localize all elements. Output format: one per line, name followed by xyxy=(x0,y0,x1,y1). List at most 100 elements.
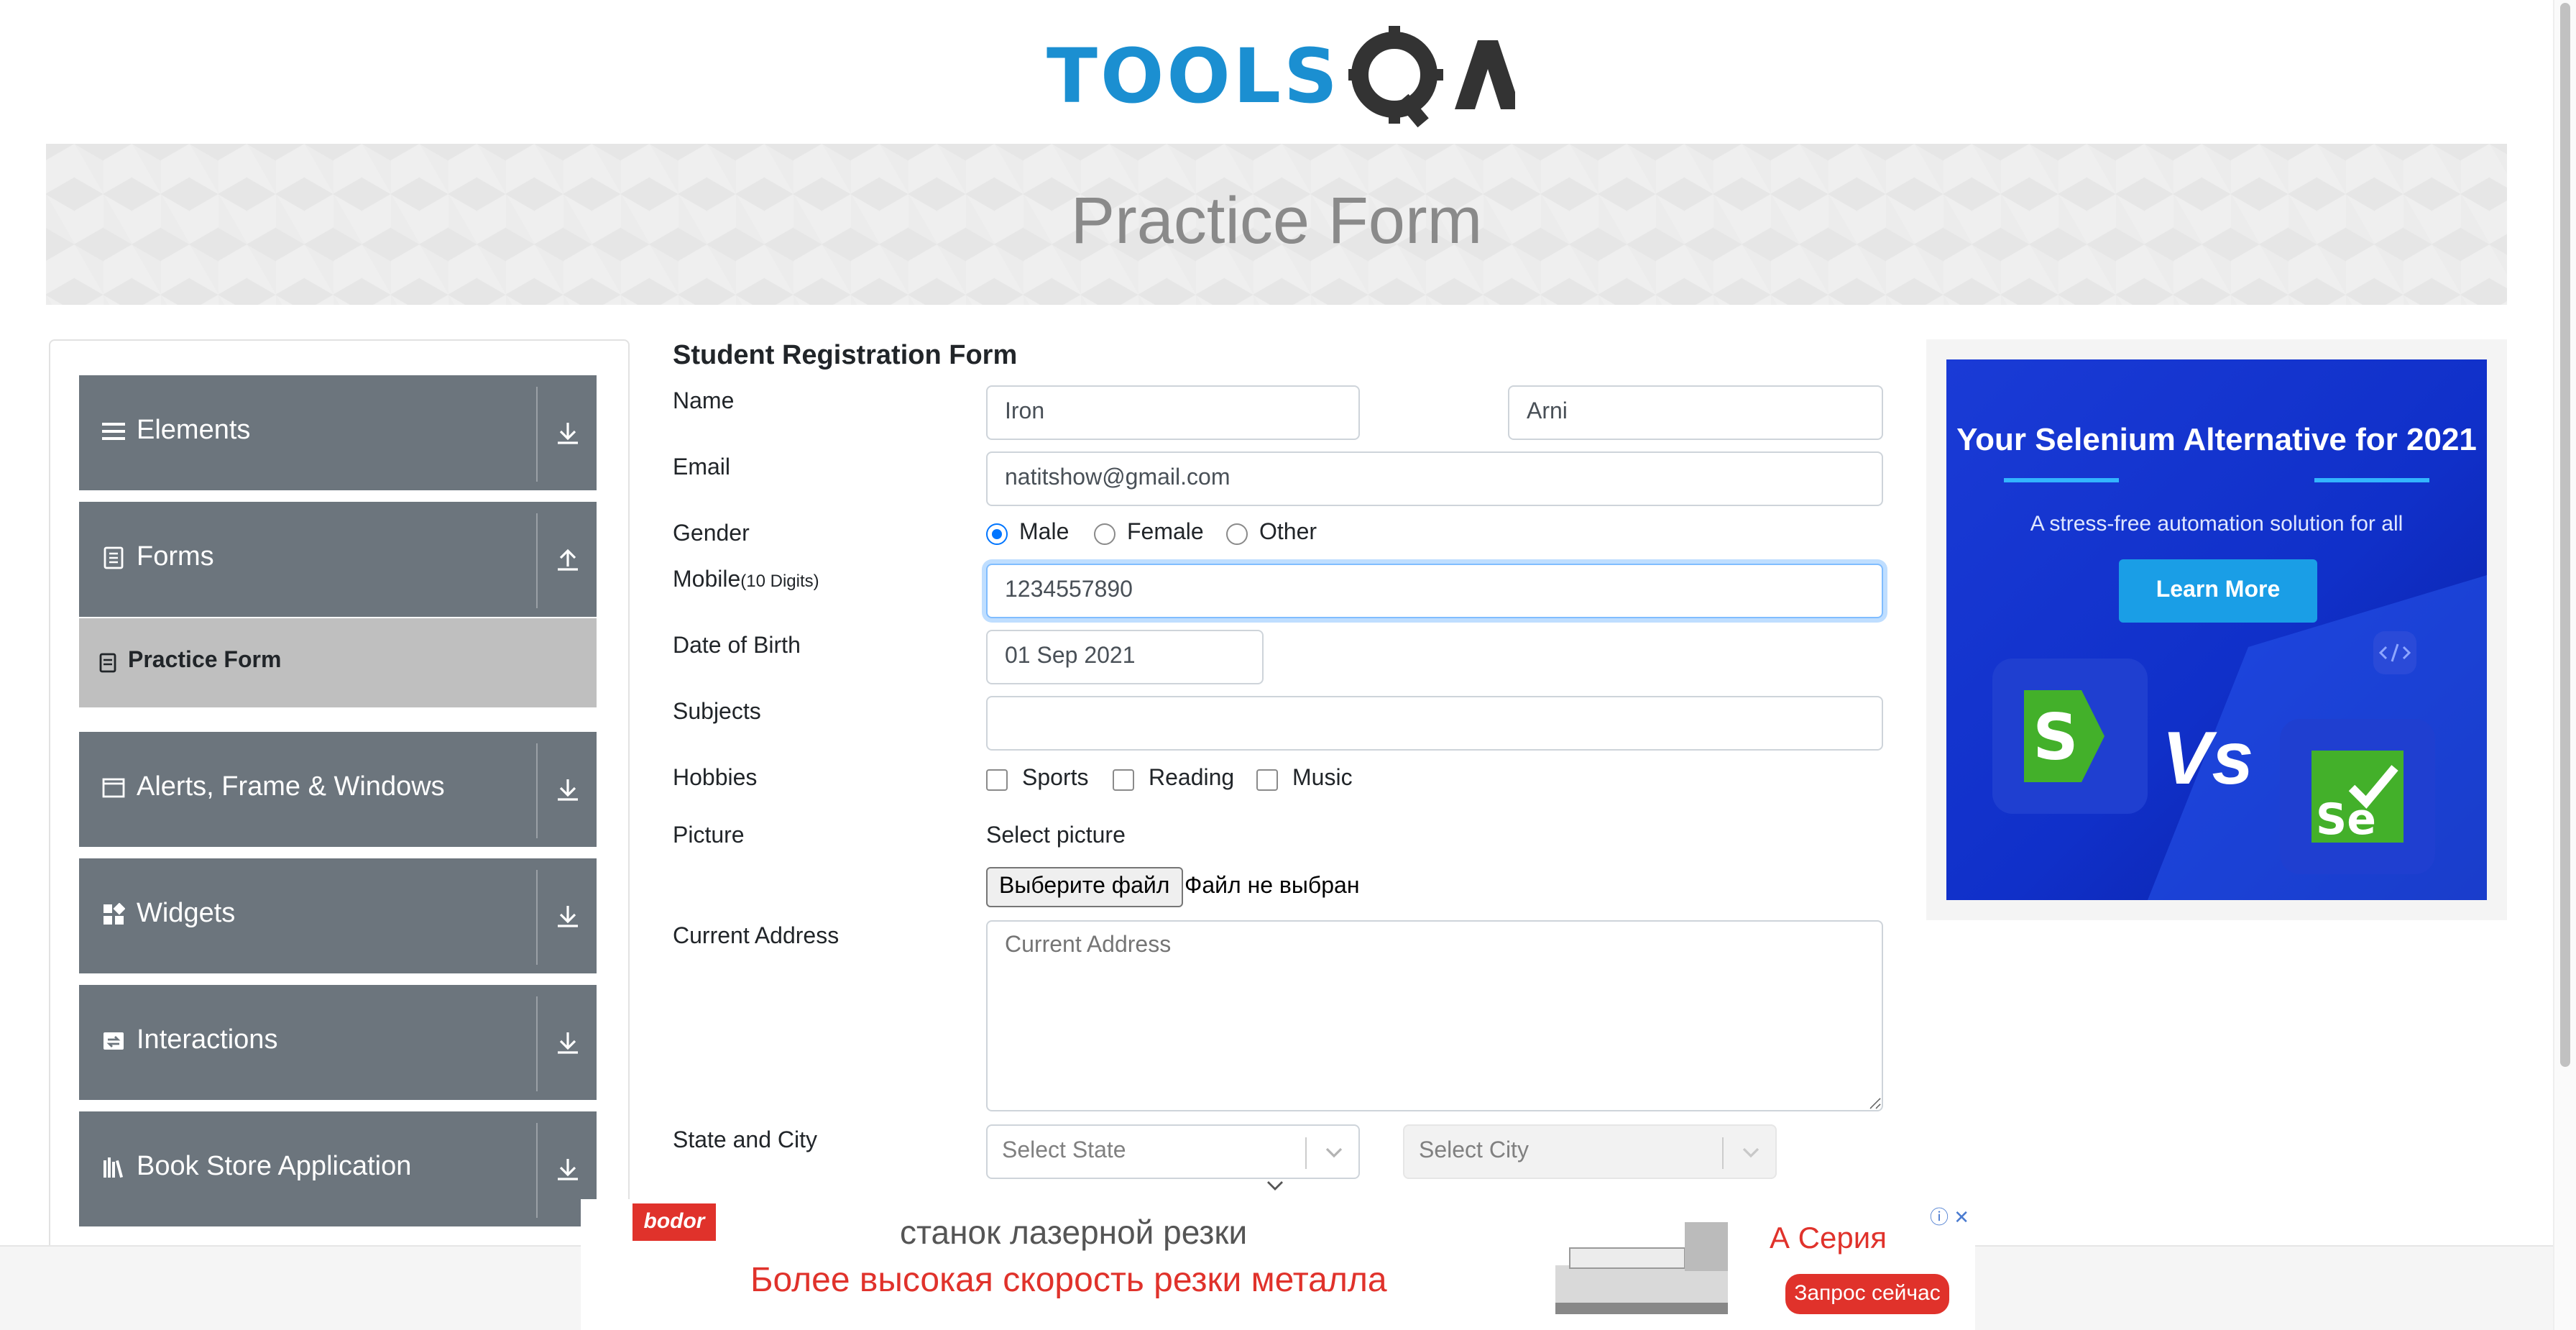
hobbies-label: Hobbies xyxy=(673,766,758,791)
checkbox-label: Music xyxy=(1292,766,1353,791)
email-input[interactable] xyxy=(986,451,1883,506)
mobile-input[interactable] xyxy=(986,564,1883,618)
divider xyxy=(1722,1137,1724,1169)
learn-more-button[interactable]: Learn More xyxy=(2119,559,2317,623)
divider xyxy=(536,1123,538,1218)
advertisement-right[interactable]: Your Selenium Alternative for 2021 A str… xyxy=(1926,339,2507,920)
selenium-logo-tile: Se xyxy=(2280,719,2435,874)
ad-bottom-line1: станок лазерной резки xyxy=(900,1214,1248,1251)
file-status: Файл не выбран xyxy=(1184,874,1360,899)
checkbox-label: Reading xyxy=(1149,766,1235,791)
choose-file-button[interactable]: Выберите файл xyxy=(986,867,1183,907)
download-icon[interactable] xyxy=(553,775,582,804)
logo-qa-icon xyxy=(1348,26,1515,128)
download-icon[interactable] xyxy=(553,1155,582,1183)
katalon-logo-tile: S xyxy=(1992,659,2148,814)
mobile-label: Mobile(10 Digits) xyxy=(673,568,819,594)
toolsqa-logo[interactable]: TOOLS xyxy=(1046,20,1515,129)
ad-bottom-series: А Серия xyxy=(1770,1222,1887,1255)
svg-text:Se: Se xyxy=(2316,794,2376,843)
state-placeholder: Select State xyxy=(1002,1139,1126,1163)
katalon-logo-icon: S xyxy=(2024,690,2116,782)
sidebar-item-practice-form[interactable]: Practice Form xyxy=(79,618,597,707)
form-title: Student Registration Form xyxy=(673,341,1018,371)
left-sidebar: Elements Forms Practice Form Alerts, Fra… xyxy=(49,339,630,1330)
select-picture-label: Select picture xyxy=(986,824,1126,848)
request-now-button[interactable]: Запрос сейчас xyxy=(1785,1274,1949,1314)
divider xyxy=(536,870,538,965)
gender-radio-female[interactable]: Female xyxy=(1094,520,1204,546)
checkbox[interactable] xyxy=(1113,769,1134,790)
download-icon[interactable] xyxy=(553,902,582,930)
laser-cutter-image xyxy=(1555,1222,1728,1314)
svg-text:S: S xyxy=(2033,700,2078,774)
widgets-icon xyxy=(104,903,125,925)
subjects-input[interactable] xyxy=(986,696,1883,751)
first-name-input[interactable] xyxy=(986,385,1360,440)
chevron-down-icon xyxy=(1325,1147,1343,1158)
current-address-input[interactable] xyxy=(986,920,1883,1111)
state-select[interactable]: Select State xyxy=(986,1124,1360,1179)
sidebar-group-label: Alerts, Frame & Windows xyxy=(137,772,445,802)
picture-label: Picture xyxy=(673,824,745,848)
code-icon xyxy=(2373,631,2416,674)
advertisement-bottom[interactable]: bodor станок лазерной резки Более высока… xyxy=(581,1199,1975,1330)
sidebar-group-label: Widgets xyxy=(137,899,236,929)
radio-button[interactable] xyxy=(1094,523,1116,544)
chevron-down-icon xyxy=(1742,1147,1760,1158)
sidebar-group-book-store[interactable]: Book Store Application xyxy=(79,1111,597,1226)
bodor-logo: bodor xyxy=(632,1203,716,1241)
sidebar-group-widgets[interactable]: Widgets xyxy=(79,858,597,973)
ad-subline: A stress-free automation solution for al… xyxy=(2030,512,2404,536)
hobby-checkbox-music[interactable]: Music xyxy=(1256,766,1353,792)
scrollbar-thumb[interactable] xyxy=(2560,3,2570,1067)
date-of-birth-input[interactable] xyxy=(986,630,1264,684)
radio-label: Other xyxy=(1259,520,1317,545)
name-label: Name xyxy=(673,390,735,414)
radio-label: Female xyxy=(1127,520,1204,545)
ad-panel[interactable]: Your Selenium Alternative for 2021 A str… xyxy=(1946,359,2487,900)
checkbox[interactable] xyxy=(1256,769,1278,790)
logo-text: TOOLS xyxy=(1046,35,1340,121)
gender-radio-other[interactable]: Other xyxy=(1226,520,1317,546)
ad-close-icon[interactable]: ⓘ ✕ xyxy=(1930,1202,1969,1229)
mobile-label-text: Mobile xyxy=(673,568,741,592)
divider xyxy=(536,743,538,838)
last-name-input[interactable] xyxy=(1508,385,1883,440)
hobby-checkbox-reading[interactable]: Reading xyxy=(1113,766,1234,792)
dob-label: Date of Birth xyxy=(673,634,801,659)
sidebar-group-label: Forms xyxy=(137,542,214,572)
email-label: Email xyxy=(673,456,731,480)
page-banner: Practice Form xyxy=(46,144,2507,305)
radio-button[interactable] xyxy=(986,523,1008,544)
sidebar-group-label: Elements xyxy=(137,416,251,446)
sidebar-group-forms[interactable]: Forms xyxy=(79,502,597,617)
checkbox-label: Sports xyxy=(1022,766,1089,791)
interactions-icon xyxy=(104,1032,124,1050)
divider xyxy=(1305,1137,1307,1169)
gender-label: Gender xyxy=(673,522,750,546)
chevron-down-icon[interactable] xyxy=(1265,1176,1285,1196)
download-icon[interactable] xyxy=(553,418,582,447)
mobile-hint: (10 Digits) xyxy=(740,571,819,591)
hamburger-icon xyxy=(102,423,125,440)
download-icon[interactable] xyxy=(553,1028,582,1057)
gender-radio-male[interactable]: Male xyxy=(986,520,1069,546)
sidebar-group-elements[interactable]: Elements xyxy=(79,375,597,490)
city-placeholder: Select City xyxy=(1419,1139,1529,1163)
sidebar-group-alerts[interactable]: Alerts, Frame & Windows xyxy=(79,732,597,847)
city-select[interactable]: Select City xyxy=(1403,1124,1777,1179)
radio-button[interactable] xyxy=(1226,523,1248,544)
current-address-label: Current Address xyxy=(673,925,840,949)
hobby-checkbox-sports[interactable]: Sports xyxy=(986,766,1089,792)
ad-vs-text: Vs xyxy=(2162,717,2254,801)
divider xyxy=(536,387,538,482)
page-title: Practice Form xyxy=(1070,183,1483,257)
radio-label: Male xyxy=(1019,520,1070,545)
form-icon xyxy=(99,653,116,673)
sidebar-group-interactions[interactable]: Interactions xyxy=(79,985,597,1100)
upload-icon[interactable] xyxy=(553,545,582,574)
checkbox[interactable] xyxy=(986,769,1008,790)
sidebar-group-label: Interactions xyxy=(137,1025,278,1055)
state-city-label: State and City xyxy=(673,1129,817,1153)
